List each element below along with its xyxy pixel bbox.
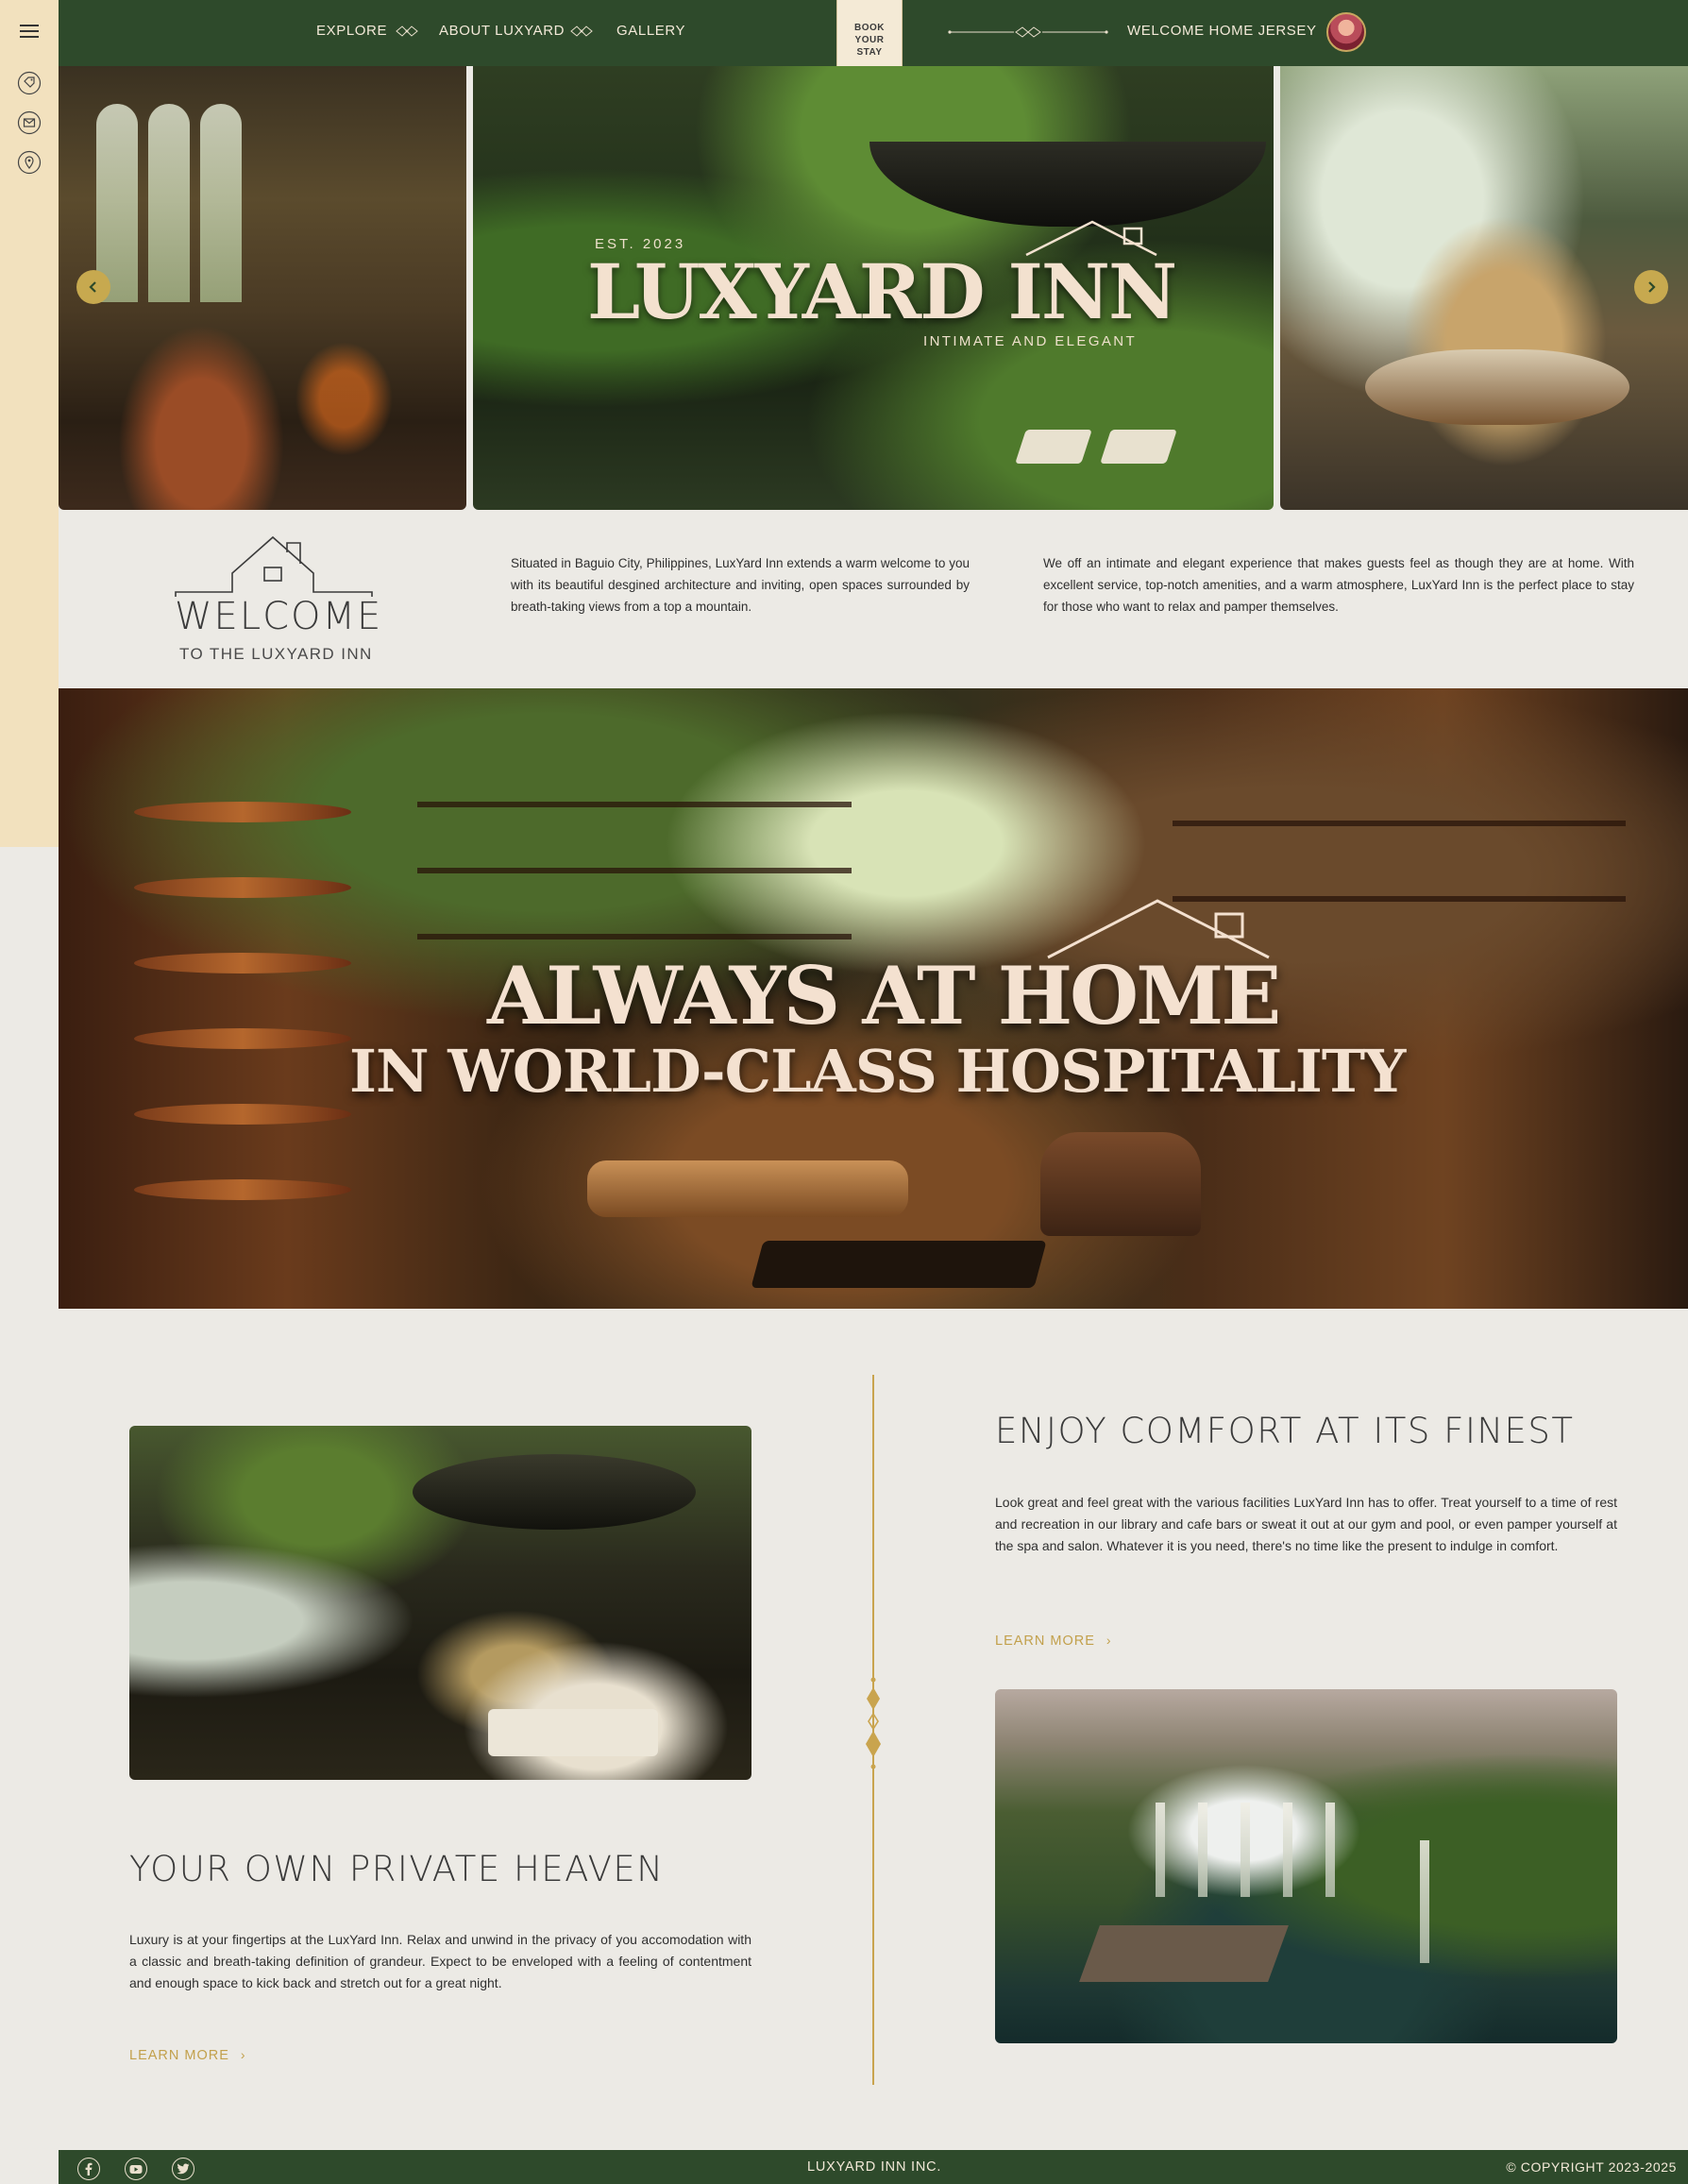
carousel-slide-library — [59, 66, 466, 510]
menu-icon[interactable] — [13, 15, 45, 47]
nav-explore[interactable]: EXPLORE — [316, 23, 387, 39]
nav-gallery[interactable]: GALLERY — [616, 23, 685, 39]
hero-title: LUXYARD INN — [587, 247, 1177, 336]
book-label-line1: BOOK — [854, 23, 885, 33]
welcome-heading: WELCOME — [175, 595, 383, 638]
banner-subheadline: IN WORLD-CLASS HOSPITALITY — [349, 1037, 1406, 1106]
comfort-learn-more-link[interactable]: LEARN MORE › — [995, 1633, 1112, 1649]
waterfall-pool-image — [995, 1689, 1617, 2043]
twitter-icon[interactable] — [172, 2158, 194, 2180]
top-navigation-bar: EXPLORE ABOUT LUXYARD GALLERY BOOK YOUR … — [59, 0, 1688, 81]
private-learn-more-link[interactable]: LEARN MORE › — [129, 2047, 246, 2063]
learn-more-label: LEARN MORE — [995, 1634, 1095, 1649]
welcome-user-label: WELCOME HOME JERSEY — [1127, 23, 1317, 39]
diamond-ornament-icon — [395, 25, 419, 42]
hero-subtitle: INTIMATE AND ELEGANT — [923, 333, 1138, 349]
center-ornament-icon — [866, 1677, 881, 1769]
intro-paragraph-location: Situated in Baguio City, Philippines, Lu… — [511, 556, 970, 614]
book-label-line2: YOUR — [854, 35, 885, 45]
chevron-right-icon — [1648, 281, 1656, 293]
location-pin-icon[interactable] — [13, 146, 45, 178]
private-heaven-heading: YOUR OWN PRIVATE HEAVEN — [129, 1849, 665, 1889]
tag-icon[interactable] — [13, 67, 45, 99]
private-heaven-paragraph: Luxury is at your fingertips at the LuxY… — [129, 1932, 751, 1990]
carousel-prev-button[interactable] — [76, 270, 110, 304]
chevron-right-icon: › — [1106, 1633, 1112, 1648]
learn-more-label: LEARN MORE — [129, 2048, 229, 2063]
carousel-slide-kitchen — [1280, 66, 1688, 510]
comfort-heading: ENJOY COMFORT AT ITS FINEST — [995, 1411, 1575, 1451]
user-avatar[interactable] — [1326, 12, 1366, 52]
banner-headline: ALWAYS AT HOME — [487, 949, 1281, 1042]
mail-icon[interactable] — [13, 107, 45, 139]
sidebar — [0, 0, 59, 847]
book-label-line3: STAY — [856, 47, 883, 58]
chevron-left-icon — [89, 281, 96, 293]
intro-paragraph-experience: We off an intimate and elegant experienc… — [1043, 556, 1634, 614]
footer-copyright: © COPYRIGHT 2023-2025 — [1506, 2159, 1677, 2175]
chevron-right-icon: › — [240, 2047, 246, 2062]
diamond-ornament-icon — [569, 25, 594, 42]
private-suite-image — [129, 1426, 751, 1780]
youtube-icon[interactable] — [125, 2158, 147, 2180]
facebook-icon[interactable] — [77, 2158, 100, 2180]
footer-company-name: LUXYARD INN INC. — [807, 2159, 942, 2175]
comfort-paragraph: Look great and feel great with the vario… — [995, 1495, 1617, 1553]
welcome-house-icon — [175, 535, 373, 597]
carousel-next-button[interactable] — [1634, 270, 1668, 304]
welcome-subheading: TO THE LUXYARD INN — [179, 645, 373, 663]
line-ornament-icon — [948, 25, 1108, 44]
footer: LUXYARD INN INC. © COPYRIGHT 2023-2025 — [59, 2150, 1688, 2184]
nav-about-luxyard[interactable]: ABOUT LUXYARD — [439, 23, 565, 39]
